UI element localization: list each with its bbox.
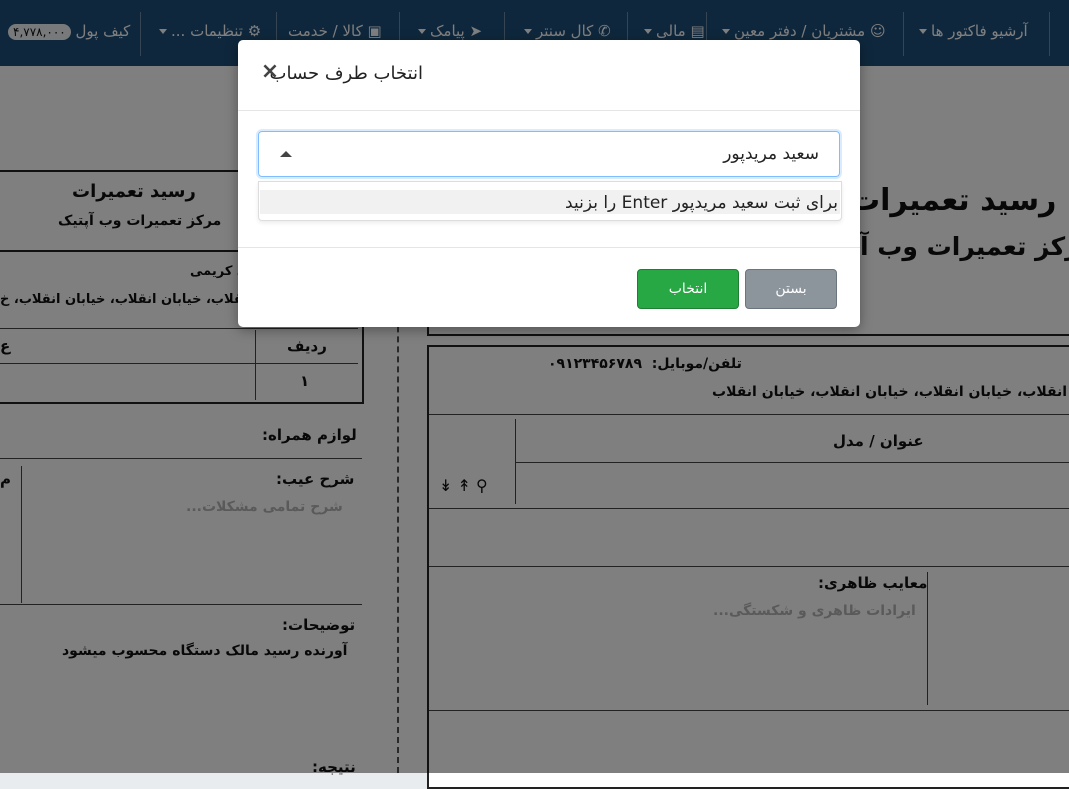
account-select-value: سعید مریدپور (723, 144, 819, 164)
account-select-dropdown: برای ثبت سعید مریدپور Enter را بزنید (258, 181, 842, 221)
select-account-modal: انتخاب طرف حساب × سعید مریدپور برای ثبت … (238, 40, 860, 327)
modal-header-divider (238, 110, 860, 111)
close-icon[interactable]: × (258, 60, 282, 84)
select-button[interactable]: انتخاب (637, 269, 739, 309)
modal-footer-divider (238, 247, 860, 248)
account-select[interactable]: سعید مریدپور (258, 131, 840, 177)
caret-up-icon[interactable] (280, 151, 292, 157)
close-button[interactable]: بستن (745, 269, 837, 309)
modal-title: انتخاب طرف حساب (269, 63, 423, 84)
dropdown-option-create[interactable]: برای ثبت سعید مریدپور Enter را بزنید (260, 190, 840, 214)
dropdown-option-text: برای ثبت سعید مریدپور Enter را بزنید (565, 193, 838, 213)
